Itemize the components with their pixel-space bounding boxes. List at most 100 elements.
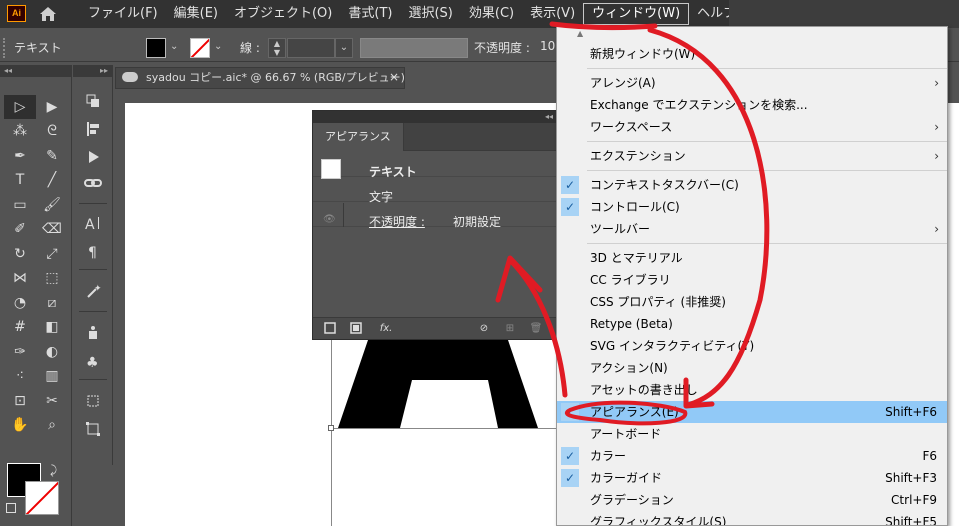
width-tool-icon[interactable]: ⋈ xyxy=(4,267,36,291)
menu-item-window[interactable]: 新規ウィンドウ(W) xyxy=(557,43,947,65)
menu-item-window[interactable]: ✓ コントロール(C) xyxy=(557,196,947,218)
visibility-eye-icon[interactable]: 👁 xyxy=(323,214,336,225)
magic-wand-tool-icon[interactable]: ⁂ xyxy=(4,120,36,144)
menu-item[interactable]: 効果(C) xyxy=(461,0,522,28)
opacity-link[interactable]: 不透明度 : xyxy=(369,213,425,230)
menu-item-window[interactable]: ワークスペース › xyxy=(557,116,947,138)
zoom-tool-icon[interactable]: ⌕ xyxy=(36,414,68,438)
artwork-letter-a[interactable] xyxy=(338,340,558,430)
document-tab[interactable]: syadou コピー.aic* @ 66.67 % (RGB/プレビュー) xyxy=(115,67,405,89)
links-icon[interactable] xyxy=(81,173,105,193)
swap-fill-stroke-icon[interactable]: ⤸ xyxy=(50,463,57,478)
artboard-tool-icon[interactable]: ⊡ xyxy=(4,389,36,413)
add-effect-icon[interactable]: fx. xyxy=(375,322,397,336)
opacity-value[interactable]: 10 xyxy=(540,39,555,53)
chevron-down-icon[interactable]: ⌄ xyxy=(214,41,222,52)
shape-builder-tool-icon[interactable]: ◔ xyxy=(4,291,36,315)
eyedropper-tool-icon[interactable]: ✑ xyxy=(4,340,36,364)
symbol-sprayer-icon[interactable] xyxy=(81,323,105,343)
menu-item-window[interactable]: Retype (Beta) xyxy=(557,313,947,335)
menu-item[interactable]: 編集(E) xyxy=(166,0,226,28)
stroke-color-swatch[interactable] xyxy=(190,38,210,58)
menu-item[interactable]: 選択(S) xyxy=(400,0,460,28)
type-tool-icon[interactable]: T xyxy=(4,169,36,193)
menu-item-window[interactable]: CSS プロパティ (非推奨) xyxy=(557,291,947,313)
perspective-grid-tool-icon[interactable]: ⧄ xyxy=(36,291,68,315)
control-bar-grip[interactable] xyxy=(3,38,7,58)
menu-item[interactable]: 書式(T) xyxy=(340,0,400,28)
direct-selection-tool-icon[interactable]: ▶ xyxy=(36,95,68,119)
clear-appearance-icon[interactable]: ⊘ xyxy=(477,322,491,336)
tab-appearance[interactable]: アピアランス xyxy=(313,123,404,151)
menu-item-window[interactable]: アクション(N) xyxy=(557,357,947,379)
selection-tool-icon[interactable]: ▷ xyxy=(4,95,36,119)
menu-item-window[interactable]: ✓ アピアランス(E) Shift+F6 xyxy=(557,401,947,423)
artboard-icon[interactable] xyxy=(81,391,105,411)
slice-tool-icon[interactable]: ✂ xyxy=(36,389,68,413)
menu-item-window[interactable]: CC ライブラリ xyxy=(557,269,947,291)
menu-item-window[interactable]: 3D とマテリアル xyxy=(557,247,947,269)
mesh-tool-icon[interactable]: # xyxy=(4,316,36,340)
stroke-weight-dropdown[interactable]: ⌄ xyxy=(335,38,353,58)
close-icon[interactable]: × xyxy=(389,70,399,84)
add-new-stroke-icon[interactable] xyxy=(323,322,337,336)
stroke-weight-stepper[interactable]: ▲ ▼ xyxy=(268,38,286,58)
fill-color-swatch[interactable] xyxy=(146,38,166,58)
transform-icon[interactable] xyxy=(81,419,105,439)
menu-item-window[interactable]: エクステンション › xyxy=(557,145,947,167)
line-tool-icon[interactable]: ╱ xyxy=(36,169,68,193)
character-label[interactable]: 文字 xyxy=(369,188,393,205)
symbol-sprayer-tool-icon[interactable]: ⁖ xyxy=(4,365,36,389)
panel-titlebar[interactable]: ◂◂ xyxy=(313,111,561,123)
menu-item-window[interactable]: ✓ カラー F6 xyxy=(557,445,947,467)
scroll-up-arrow-icon[interactable]: ▲ xyxy=(577,29,583,38)
duplicate-item-icon[interactable]: ⊞ xyxy=(503,322,517,336)
menu-item-window[interactable]: ✓ コンテキストタスクバー(C) xyxy=(557,174,947,196)
appearance-character-row[interactable] xyxy=(313,178,563,202)
stroke-weight-input[interactable] xyxy=(287,38,335,58)
menu-item-window[interactable]: アセットの書き出し xyxy=(557,379,947,401)
symbols-icon[interactable]: ♣ xyxy=(81,351,105,371)
menu-item-window[interactable]: ツールバー › xyxy=(557,218,947,240)
free-transform-tool-icon[interactable]: ⬚ xyxy=(36,267,68,291)
layers-icon[interactable] xyxy=(81,91,105,111)
default-colors-icon[interactable] xyxy=(6,503,16,513)
menu-item-window[interactable]: グラデーション Ctrl+F9 xyxy=(557,489,947,511)
shaper-tool-icon[interactable]: ✐ xyxy=(4,218,36,242)
magic-wand-icon[interactable]: ✦ xyxy=(81,281,105,301)
panel-strip-collapse[interactable]: ▸▸ xyxy=(73,65,112,77)
menu-item[interactable]: ファイル(F) xyxy=(80,0,166,28)
toolbox-collapse[interactable]: ◂◂ xyxy=(0,65,71,77)
menu-item-window[interactable]: アレンジ(A) › xyxy=(557,72,947,94)
stroke-swatch[interactable] xyxy=(25,481,59,515)
hand-tool-icon[interactable]: ✋ xyxy=(4,414,36,438)
eraser-tool-icon[interactable]: ⌫ xyxy=(36,218,68,242)
menu-item-window[interactable]: ✓ カラーガイド Shift+F3 xyxy=(557,467,947,489)
home-icon[interactable] xyxy=(38,5,58,23)
appearance-opacity-row[interactable] xyxy=(313,203,563,227)
menu-item-window[interactable]: アートボード xyxy=(557,423,947,445)
selection-handle[interactable] xyxy=(328,425,334,431)
chevron-down-icon[interactable]: ⌄ xyxy=(170,41,178,52)
rectangle-tool-icon[interactable]: ▭ xyxy=(4,193,36,217)
scale-tool-icon[interactable]: ⤢ xyxy=(36,242,68,266)
pen-tool-icon[interactable]: ✒ xyxy=(4,144,36,168)
paintbrush-tool-icon[interactable]: 🖌 xyxy=(36,193,68,217)
blend-tool-icon[interactable]: ◐ xyxy=(36,340,68,364)
menu-item-window[interactable]: Exchange でエクステンションを検索... xyxy=(557,94,947,116)
gradient-tool-icon[interactable]: ◧ xyxy=(36,316,68,340)
paragraph-icon[interactable]: ¶ xyxy=(81,241,105,261)
play-action-icon[interactable] xyxy=(81,147,105,167)
menu-item-window[interactable]: SVG インタラクティビティ(Y) xyxy=(557,335,947,357)
add-new-fill-icon[interactable] xyxy=(349,322,363,336)
menu-item[interactable]: ウィンドウ(W) xyxy=(583,3,690,25)
curvature-tool-icon[interactable]: ✎ xyxy=(36,144,68,168)
appearance-object-row[interactable] xyxy=(313,153,563,177)
menu-item[interactable]: 表示(V) xyxy=(522,0,583,28)
column-graph-tool-icon[interactable]: ▥ xyxy=(36,365,68,389)
variable-width-profile[interactable] xyxy=(360,38,468,58)
rotate-tool-icon[interactable]: ↻ xyxy=(4,242,36,266)
menu-item[interactable]: オブジェクト(O) xyxy=(226,0,340,28)
delete-icon[interactable]: 🗑 xyxy=(529,322,543,336)
lasso-tool-icon[interactable]: ᘓ xyxy=(36,120,68,144)
